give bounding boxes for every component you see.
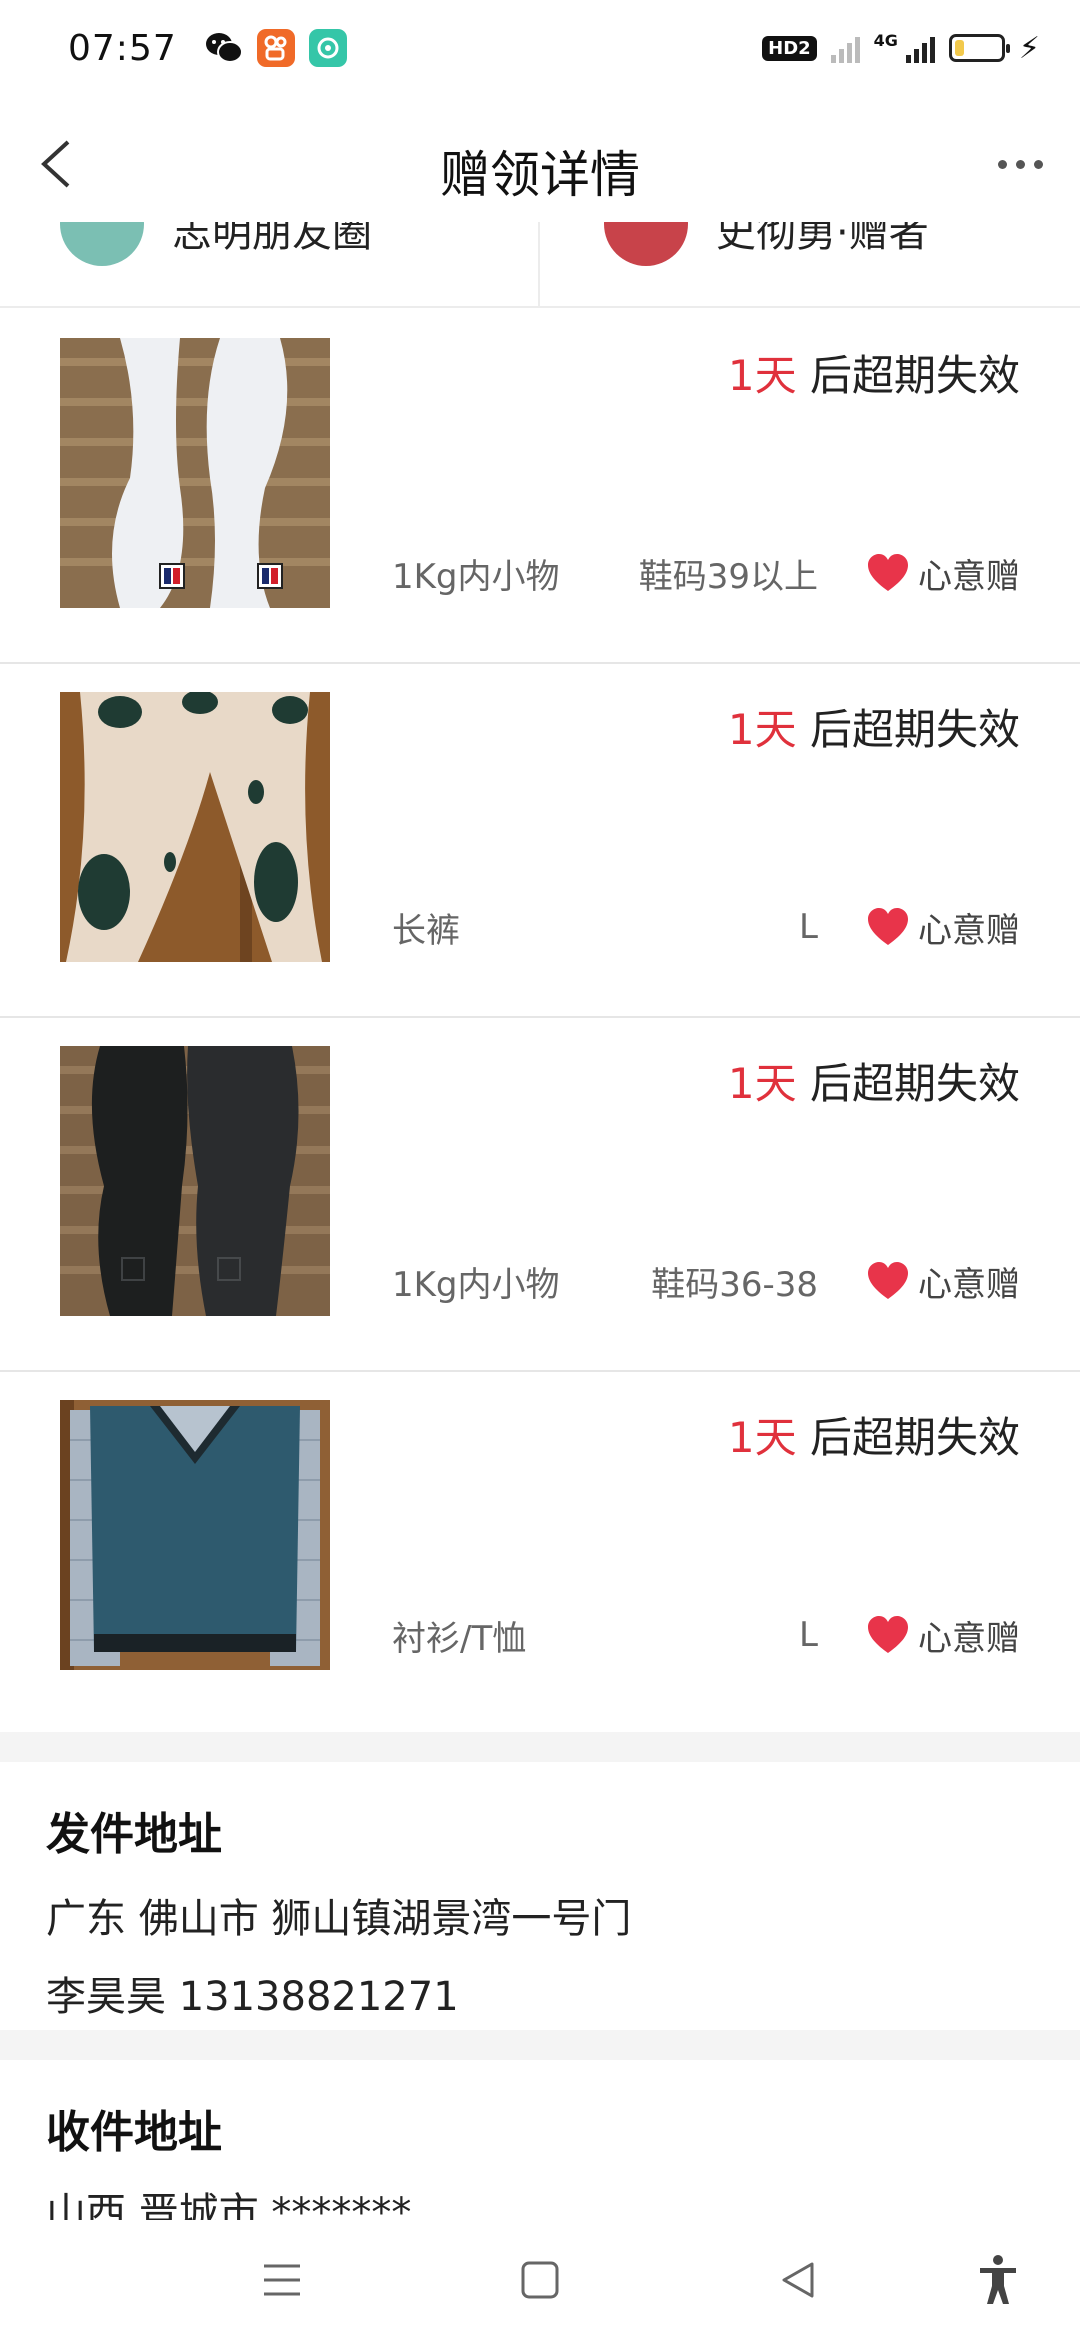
- system-nav-bar: [0, 2220, 1080, 2340]
- giver-name: 志明朋友圈: [172, 222, 372, 256]
- receiver-user[interactable]: 史彻勇·赠者: [540, 222, 1080, 306]
- status-bar: 07:57 HD2 4G ⚡: [0, 0, 1080, 96]
- signal-strength-icon: [905, 33, 935, 63]
- gift-type: 心意赠: [918, 910, 1020, 951]
- status-time: 07:57: [68, 27, 177, 69]
- expiry-label: 1天 后超期失效: [728, 342, 1020, 403]
- accessibility-icon: [980, 2255, 1016, 2304]
- expiry-days: 1天: [727, 351, 797, 400]
- avatar: [60, 222, 144, 266]
- battery-icon: [948, 34, 1010, 62]
- expiry-suffix: 后超期失效: [796, 705, 1020, 754]
- receiver-address-title: 收件地址: [46, 2107, 222, 2158]
- gift-type: 心意赠: [918, 1264, 1020, 1305]
- wechat-icon: [205, 29, 243, 67]
- page-title: 赠领详情: [440, 146, 640, 204]
- status-indicators: HD2 4G ⚡: [762, 31, 1040, 66]
- gift-type: 心意赠: [918, 1618, 1020, 1659]
- sender-contact: 李昊昊 13138821271: [46, 1974, 459, 2020]
- item-photo: [60, 692, 330, 962]
- music-app-icon: [308, 29, 347, 67]
- item-size: L: [799, 907, 818, 947]
- list-item[interactable]: 1天 后超期失效 衬衫/T恤 L 心意赠: [0, 1372, 1080, 1726]
- section-divider: [0, 2030, 1080, 2060]
- item-size: L: [799, 1615, 818, 1655]
- status-app-icons: [205, 29, 347, 67]
- item-photo: [60, 1400, 330, 1670]
- list-item[interactable]: 1天 后超期失效 1Kg内小物 鞋码36-38 心意赠: [0, 1018, 1080, 1372]
- list-item[interactable]: 1天 后超期失效 长裤 L 心意赠: [0, 664, 1080, 1018]
- expiry-suffix: 后超期失效: [796, 351, 1020, 400]
- giver-user[interactable]: 志明朋友圈: [0, 222, 540, 306]
- item-list: 1天 后超期失效 1Kg内小物 鞋码39以上 心意赠 1天 后超期失效 长裤 L…: [0, 310, 1080, 1726]
- chevron-left-icon: [41, 140, 70, 188]
- item-size: 鞋码39以上: [638, 556, 818, 597]
- expiry-days: 1天: [727, 1413, 797, 1462]
- expiry-label: 1天 后超期失效: [728, 1050, 1020, 1111]
- receiver-name: 史彻勇·赠者: [716, 222, 929, 256]
- square-icon: [521, 2261, 559, 2299]
- sender-address-section: 发件地址 广东 佛山市 狮山镇湖景湾一号门 李昊昊 13138821271: [0, 1798, 1080, 2022]
- heart-icon: [868, 908, 908, 945]
- expiry-label: 1天 后超期失效: [728, 1404, 1020, 1465]
- item-category: 1Kg内小物: [392, 556, 560, 597]
- expiry-suffix: 后超期失效: [796, 1059, 1020, 1108]
- expiry-days: 1天: [727, 1059, 797, 1108]
- home-button[interactable]: [510, 2250, 570, 2310]
- item-meta: 1Kg内小物 鞋码36-38 心意赠: [392, 1256, 1020, 1306]
- dot-icon: [1015, 159, 1025, 169]
- item-meta: 1Kg内小物 鞋码39以上 心意赠: [392, 548, 1020, 598]
- expiry-suffix: 后超期失效: [796, 1413, 1020, 1462]
- more-options-button[interactable]: [988, 136, 1052, 192]
- section-divider: [0, 1732, 1080, 1762]
- receiver-address: 山西 晋城市 *******: [46, 2190, 412, 2220]
- menu-button[interactable]: [252, 2250, 312, 2310]
- item-meta: 衬衫/T恤 L 心意赠: [392, 1610, 1020, 1660]
- item-category: 长裤: [392, 910, 460, 951]
- kuaishou-icon: [256, 29, 295, 67]
- menu-icon: [264, 2264, 300, 2296]
- item-meta: 长裤 L 心意赠: [392, 902, 1020, 952]
- dot-icon: [1033, 159, 1043, 169]
- expiry-days: 1天: [727, 705, 797, 754]
- item-photo: [60, 338, 330, 608]
- network-type: 4G: [873, 30, 898, 50]
- list-item[interactable]: 1天 后超期失效 1Kg内小物 鞋码39以上 心意赠: [0, 310, 1080, 664]
- heart-icon: [868, 554, 908, 591]
- back-button[interactable]: [28, 132, 92, 196]
- gift-type: 心意赠: [918, 556, 1020, 597]
- hd-badge: HD2: [762, 35, 817, 61]
- signal-no-service-icon: [830, 33, 860, 63]
- dot-icon: [997, 159, 1007, 169]
- expiry-label: 1天 后超期失效: [728, 696, 1020, 757]
- avatar: [604, 222, 688, 266]
- item-photo: [60, 1046, 330, 1316]
- item-size: 鞋码36-38: [651, 1264, 818, 1305]
- triangle-back-icon: [782, 2262, 814, 2298]
- users-strip: 志明朋友圈 史彻勇·赠者: [0, 222, 1080, 308]
- charging-icon: ⚡: [1018, 30, 1040, 66]
- receiver-address-section: 收件地址 山西 晋城市 *******: [0, 2096, 1080, 2220]
- sender-address: 广东 佛山市 狮山镇湖景湾一号门: [46, 1896, 632, 1942]
- item-category: 衬衫/T恤: [392, 1618, 527, 1659]
- back-system-button[interactable]: [768, 2250, 828, 2310]
- heart-icon: [868, 1262, 908, 1299]
- sender-address-title: 发件地址: [46, 1809, 222, 1860]
- item-category: 1Kg内小物: [392, 1264, 560, 1305]
- heart-icon: [868, 1616, 908, 1653]
- accessibility-button[interactable]: [968, 2250, 1028, 2310]
